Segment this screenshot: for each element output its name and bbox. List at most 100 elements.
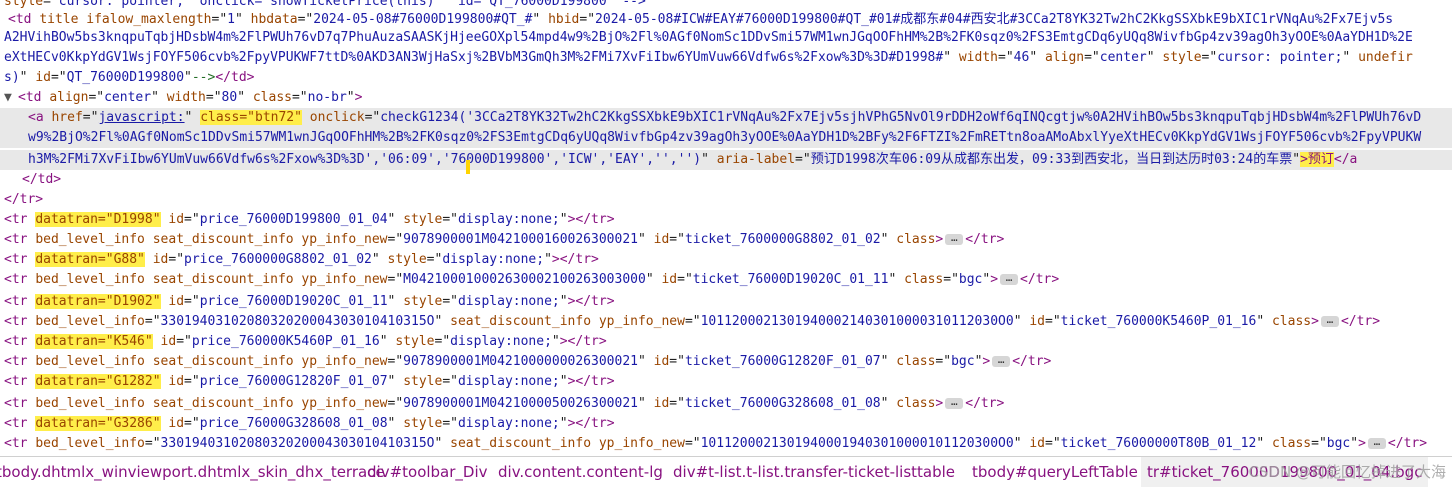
dom-token: align xyxy=(49,90,89,105)
dom-line[interactable]: <tr bed_level_info="33019403102080320200… xyxy=(0,312,1452,332)
dom-token: 9078900001M0421000000026300021 xyxy=(403,354,638,369)
dom-token: </td> xyxy=(215,70,255,85)
dom-token: style xyxy=(403,374,443,389)
breadcrumb-item-t-list[interactable]: div#t-list.t-list.transfer-ticket-list xyxy=(673,457,917,487)
dom-token: =" xyxy=(176,334,192,349)
dom-token: id xyxy=(168,416,185,431)
dom-line[interactable]: <tr datatran="G88" id="price_7600000G880… xyxy=(0,250,1452,270)
dom-token: " xyxy=(434,314,451,329)
breadcrumb-item-toolbar-div[interactable]: div#toolbar_Div xyxy=(367,457,488,487)
dom-line[interactable]: <tr datatran="D1998" id="price_76000D199… xyxy=(0,210,1452,230)
dom-line[interactable]: </td> xyxy=(0,170,1452,190)
dom-token: javascript: xyxy=(98,110,185,125)
dom-line[interactable]: ▼ <td align="center" width="80" class="no… xyxy=(0,88,1452,108)
dom-token: aria-label xyxy=(716,152,796,167)
dom-token: " xyxy=(1256,436,1272,451)
dom-line[interactable]: <tr bed_level_info seat_discount_info yp… xyxy=(0,394,1452,414)
dom-token: 46 xyxy=(1013,50,1030,65)
dom-token: =" xyxy=(205,90,222,105)
dom-token: " xyxy=(943,50,959,65)
dom-token: =" xyxy=(669,354,685,369)
dom-token: " xyxy=(1350,436,1359,451)
dom-token: =" xyxy=(684,436,701,451)
dom-token: =" xyxy=(50,70,67,85)
dom-token: =" xyxy=(1045,314,1061,329)
dom-token: A2HVihBOw5bs3knqpuTqbjHDsbW4m%2FlPWUh76v… xyxy=(4,30,1413,45)
breadcrumb-item-table[interactable]: table xyxy=(917,457,955,487)
dom-line[interactable]: <tr bed_level_info seat_discount_info yp… xyxy=(0,270,1452,290)
dom-token: datatran="G1282" xyxy=(35,374,161,389)
dom-token: display:none; xyxy=(457,212,560,227)
dom-line-selected[interactable]: h3M%2FMi7XvFiIbw6YUmVuw66Vdfw6s%2Fxow%3D… xyxy=(0,150,1452,170)
dom-token: ticket_76000G12820F_01_07 xyxy=(684,354,881,369)
dom-line[interactable]: <tr bed_level_info="33019403102080320200… xyxy=(0,434,1452,454)
dom-token: </tr> xyxy=(965,232,1005,247)
collapsed-children-ellipsis-icon[interactable]: … xyxy=(1320,314,1339,327)
dom-token: =" xyxy=(387,354,404,369)
dom-token: id xyxy=(653,232,670,247)
dom-token: " xyxy=(701,152,717,167)
dom-token: <tr xyxy=(4,252,36,267)
dom-line[interactable]: <tr datatran="K546" id="price_760000K546… xyxy=(0,332,1452,352)
dom-token: class xyxy=(896,232,936,247)
dom-line[interactable]: <tr datatran="G3286" id="price_76000G328… xyxy=(0,414,1452,434)
dom-line[interactable]: <tr bed_level_info seat_discount_info yp… xyxy=(0,230,1452,250)
dom-token xyxy=(145,252,153,267)
dom-token: " xyxy=(1342,50,1359,65)
dom-token: ></tr> xyxy=(567,294,615,309)
dom-line[interactable]: <td title ifalow_maxlength="1" hbdata="2… xyxy=(0,10,1452,30)
dom-token: class xyxy=(896,396,936,411)
dom-line[interactable]: <tr bed_level_info seat_discount_info yp… xyxy=(0,352,1452,372)
collapsed-children-ellipsis-icon[interactable]: … xyxy=(1367,436,1386,449)
breadcrumb-item-query-left-table[interactable]: tbody#queryLeftTable xyxy=(972,457,1138,487)
dom-token: <tr xyxy=(4,232,36,247)
dom-line[interactable]: eXtHECv0KkpYdGV1WsjFOYF506cvb%2FpyVPUKWF… xyxy=(0,48,1452,68)
dom-token: <td xyxy=(8,12,40,27)
dom-line-selected[interactable]: <a href="javascript:" class="btn72" oncl… xyxy=(0,108,1452,128)
collapsed-children-ellipsis-icon[interactable]: … xyxy=(992,354,1011,367)
dom-token: id xyxy=(653,354,670,369)
dom-token xyxy=(153,334,161,349)
dom-token: class xyxy=(896,354,936,369)
breadcrumb-item-tbody[interactable]: tbody.dhtmlx_winviewport.dhtmlx_skin_dhx… xyxy=(0,457,385,487)
dom-token: " xyxy=(559,416,568,431)
dom-token: =" xyxy=(935,354,952,369)
dom-line-selected[interactable]: w9%2BjO%2Fl%0AGf0NomSc1DDvSmi57WM1wnJGqO… xyxy=(0,128,1452,148)
dom-token: price_76000G12820F_01_07 xyxy=(199,374,388,389)
dom-token: datatran="K546" xyxy=(35,334,153,349)
dom-token: M042100010002630002100263003000 xyxy=(403,272,646,287)
dom-token: hbdata xyxy=(250,12,298,27)
dom-line[interactable]: A2HVihBOw5bs3knqpuTqbjHDsbW4m%2FlPWUh76v… xyxy=(0,28,1452,48)
dom-token: --> xyxy=(191,70,216,85)
dom-token: datatran="G3286" xyxy=(35,416,161,431)
dom-token: " xyxy=(387,212,404,227)
dom-line[interactable]: s)" id="QT_76000D199800"--></td> xyxy=(0,68,1452,88)
dom-token: display:none; xyxy=(457,294,560,309)
collapsed-children-ellipsis-icon[interactable]: … xyxy=(1000,272,1019,285)
dom-token: =" xyxy=(1201,50,1218,65)
dom-token: " xyxy=(559,294,568,309)
dom-token: " xyxy=(1013,436,1030,451)
collapsed-children-ellipsis-icon[interactable]: … xyxy=(945,396,964,409)
dom-token: price_7600000G8802_01_02 xyxy=(184,252,372,267)
expand-triangle-icon[interactable]: ▼ xyxy=(4,88,18,108)
dom-token: " xyxy=(184,110,201,125)
dom-token: QT_76000D199800 xyxy=(66,70,185,85)
dom-token: id xyxy=(152,252,169,267)
dom-token: </tr> xyxy=(1387,436,1428,451)
dom-line[interactable]: </tr> xyxy=(0,190,1452,210)
dom-token: =" xyxy=(669,232,685,247)
dom-token: ></tr> xyxy=(559,334,607,349)
dom-token: =" xyxy=(669,396,685,411)
dom-line[interactable]: <tr datatran="D1902" id="price_76000D190… xyxy=(0,292,1452,312)
dom-token: =" xyxy=(677,272,693,287)
dom-token: 2024-05-08#ICW#EAY#76000D199800#QT_#01#成… xyxy=(595,12,1394,27)
breadcrumb-item-content[interactable]: div.content.content-lg xyxy=(498,457,663,487)
dom-token: " xyxy=(184,70,192,85)
dom-token: class xyxy=(1271,436,1312,451)
collapsed-children-ellipsis-icon[interactable]: … xyxy=(945,232,964,245)
dom-token: =" xyxy=(426,252,443,267)
dom-token: =" xyxy=(43,0,59,9)
dom-line[interactable]: <tr datatran="G1282" id="price_76000G128… xyxy=(0,372,1452,392)
dom-token: =" xyxy=(387,232,404,247)
